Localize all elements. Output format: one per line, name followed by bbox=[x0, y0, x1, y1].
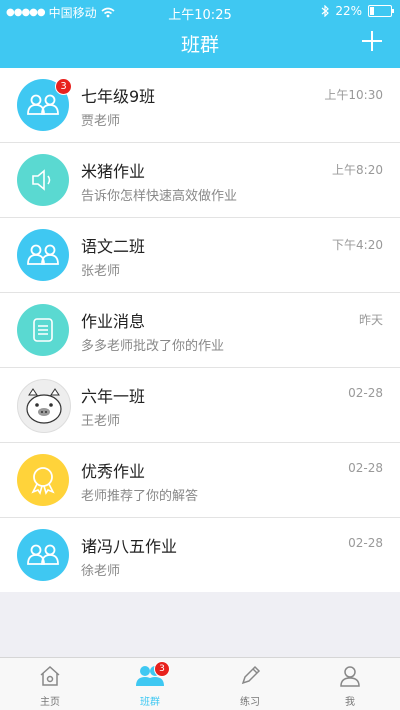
speaker-icon bbox=[30, 168, 56, 192]
conversation-name: 六年一班 bbox=[81, 387, 146, 406]
conversation-name: 优秀作业 bbox=[81, 462, 146, 481]
avatar bbox=[17, 379, 71, 433]
conversation-time: 上午8:20 bbox=[332, 163, 383, 177]
medal-icon bbox=[28, 465, 58, 495]
conversation-name: 作业消息 bbox=[81, 312, 146, 331]
unread-badge: 3 bbox=[55, 78, 72, 95]
add-button[interactable] bbox=[362, 31, 382, 51]
conversation-subtitle: 多多老师批改了你的作业 bbox=[81, 339, 225, 354]
conversation-subtitle: 徐老师 bbox=[81, 564, 121, 579]
avatar bbox=[17, 154, 69, 206]
conversation-subtitle: 告诉你怎样快速高效做作业 bbox=[81, 189, 238, 204]
tab-group[interactable]: 3 班群 bbox=[100, 658, 200, 710]
conversation-list: 3 七年级9班贾老师 上午10:30 米猪作业告诉你怎样快速高效做作业 上午8:20 语文… bbox=[0, 68, 400, 592]
battery-icon bbox=[368, 5, 394, 17]
pig-avatar bbox=[19, 381, 69, 431]
status-bar: ●●●●● 中国移动 上午10:25 22% bbox=[0, 0, 400, 23]
avatar bbox=[17, 229, 69, 281]
page-title: 班群 bbox=[180, 34, 219, 56]
conversation-name: 诸冯八五作业 bbox=[81, 537, 178, 556]
tab-person[interactable]: 我 bbox=[300, 658, 400, 710]
conversation-name: 七年级9班 bbox=[81, 87, 156, 106]
group-icon bbox=[26, 94, 60, 116]
conversation-name: 语文二班 bbox=[81, 237, 146, 256]
conversation-row[interactable]: 语文二班张老师 下午4:20 bbox=[0, 218, 400, 293]
conversation-row[interactable]: 作业消息多多老师批改了你的作业 昨天 bbox=[0, 293, 400, 368]
conversation-time: 上午10:30 bbox=[324, 88, 383, 102]
tab-label: 我 bbox=[345, 697, 355, 708]
conversation-row[interactable]: 六年一班王老师 02-28 bbox=[0, 368, 400, 443]
conversation-time: 02-28 bbox=[348, 461, 383, 475]
tab-label: 练习 bbox=[240, 697, 260, 708]
nav-header: ●●●●● 中国移动 上午10:25 22% 班群 bbox=[0, 0, 400, 68]
bluetooth-icon bbox=[321, 5, 330, 17]
document-icon bbox=[32, 317, 54, 343]
group-icon bbox=[26, 544, 60, 566]
group-icon bbox=[26, 244, 60, 266]
conversation-subtitle: 王老师 bbox=[81, 414, 121, 429]
tab-label: 班群 bbox=[140, 697, 160, 708]
battery-percent: 22% bbox=[335, 4, 362, 18]
tab-badge: 3 bbox=[154, 661, 170, 677]
tab-label: 主页 bbox=[40, 697, 60, 708]
conversation-time: 下午4:20 bbox=[332, 238, 383, 252]
conversation-subtitle: 老师推荐了你的解答 bbox=[81, 489, 199, 504]
conversation-name: 米猪作业 bbox=[81, 162, 146, 181]
conversation-time: 02-28 bbox=[348, 536, 383, 550]
conversation-row[interactable]: 诸冯八五作业徐老师 02-28 bbox=[0, 518, 400, 592]
conversation-row[interactable]: 3 七年级9班贾老师 上午10:30 bbox=[0, 68, 400, 143]
conversation-row[interactable]: 优秀作业老师推荐了你的解答 02-28 bbox=[0, 443, 400, 518]
tab-bar: 主页 3 班群 练习 我 bbox=[0, 657, 400, 710]
avatar bbox=[17, 304, 69, 356]
tab-pencil[interactable]: 练习 bbox=[200, 658, 300, 710]
conversation-time: 02-28 bbox=[348, 386, 383, 400]
avatar bbox=[17, 529, 69, 581]
conversation-subtitle: 贾老师 bbox=[81, 114, 121, 129]
avatar bbox=[17, 454, 69, 506]
conversation-subtitle: 张老师 bbox=[81, 264, 121, 279]
tab-home[interactable]: 主页 bbox=[0, 658, 100, 710]
conversation-row[interactable]: 米猪作业告诉你怎样快速高效做作业 上午8:20 bbox=[0, 143, 400, 218]
conversation-time: 昨天 bbox=[358, 313, 383, 327]
